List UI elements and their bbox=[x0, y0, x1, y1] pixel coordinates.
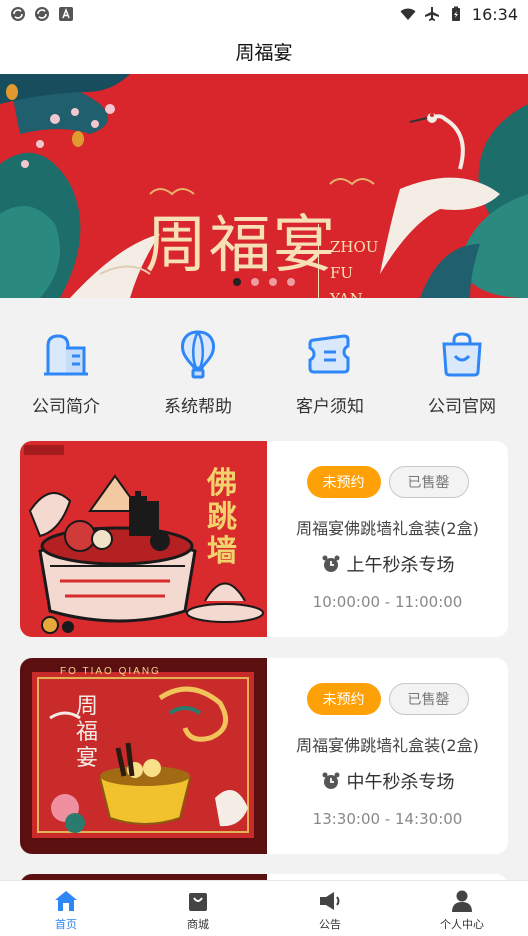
reserve-status-button[interactable]: 未预约 bbox=[306, 683, 381, 715]
carousel-dot[interactable] bbox=[251, 278, 259, 286]
nav-item-shop[interactable]: 商城 bbox=[132, 881, 264, 936]
battery-icon bbox=[451, 6, 460, 21]
carousel-indicator bbox=[0, 278, 528, 286]
nav-item-profile[interactable]: 个人中心 bbox=[396, 881, 528, 936]
quick-menu: 公司简介 系统帮助 客户须知 公司官网 bbox=[0, 310, 528, 428]
user-icon bbox=[452, 890, 472, 912]
menu-item-company-intro[interactable]: 公司简介 bbox=[0, 310, 132, 428]
product-name: 周福宴佛跳墙礼盒装(2盒) bbox=[296, 736, 479, 755]
sold-out-button[interactable]: 已售罄 bbox=[388, 466, 469, 498]
menu-item-label: 客户须知 bbox=[296, 397, 364, 417]
product-image-text: 佛跳墙 bbox=[207, 466, 237, 569]
product-card[interactable]: FO TIAO QIANG 周福宴 未预约 已售罄 周福宴佛跳墙礼盒装(2盒) … bbox=[20, 658, 508, 854]
session-time-range: 13:30:00 - 14:30:00 bbox=[312, 810, 463, 828]
clock-time: 16:34 bbox=[471, 4, 518, 24]
menu-item-customer-notice[interactable]: 客户须知 bbox=[264, 310, 396, 428]
product-info: 未预约 已售罄 周福宴佛跳墙礼盒装(2盒) 上午秒杀专场 10:00:00 - … bbox=[267, 441, 508, 637]
product-card[interactable]: 佛跳墙 未预约 已售罄 周福宴佛跳墙礼盒装(2盒) 上午秒杀专场 10:00:0… bbox=[20, 441, 508, 637]
carousel-dot[interactable] bbox=[233, 278, 241, 286]
megaphone-icon bbox=[320, 892, 340, 910]
home-icon bbox=[55, 891, 77, 911]
carousel-dot[interactable] bbox=[287, 278, 295, 286]
bottom-navigation: 首页 商城 公告 个人中心 bbox=[0, 880, 528, 936]
banner-logo-en: ZHOU FU YAN bbox=[330, 234, 378, 298]
reserve-status-button[interactable]: 未预约 bbox=[306, 466, 381, 498]
building-icon bbox=[44, 334, 88, 376]
page-title: 周福宴 bbox=[235, 41, 293, 64]
banner-en-line: ZHOU bbox=[330, 238, 379, 256]
banner-en-line: YAN bbox=[330, 286, 378, 298]
banner-carousel[interactable]: 周福宴 ZHOU FU YAN bbox=[0, 74, 528, 298]
flash-sale-session: 中午秒杀专场 bbox=[267, 768, 508, 794]
menu-item-label: 系统帮助 bbox=[164, 397, 232, 417]
airplane-icon bbox=[424, 7, 439, 21]
session-label: 中午秒杀专场 bbox=[346, 772, 455, 793]
banner-divider bbox=[318, 224, 319, 298]
a-icon bbox=[59, 7, 73, 21]
product-image-text: 周福宴 bbox=[76, 694, 99, 771]
nav-label: 首页 bbox=[55, 918, 77, 931]
session-label: 上午秒杀专场 bbox=[346, 555, 455, 576]
ticket-icon bbox=[308, 334, 350, 374]
wifi-icon bbox=[400, 8, 416, 20]
nav-label: 商城 bbox=[187, 918, 209, 931]
banner-logo-text: 周福宴 bbox=[145, 208, 338, 281]
menu-item-system-help[interactable]: 系统帮助 bbox=[132, 310, 264, 428]
balloon-icon bbox=[181, 330, 215, 379]
product-image: FO TIAO QIANG 周福宴 bbox=[20, 658, 267, 854]
alarm-clock-icon bbox=[322, 555, 339, 572]
menu-item-official-site[interactable]: 公司官网 bbox=[396, 310, 528, 428]
nav-label: 个人中心 bbox=[440, 918, 484, 931]
shop-bag-icon bbox=[189, 893, 207, 911]
menu-item-label: 公司简介 bbox=[32, 397, 100, 417]
status-bar: 16:34 bbox=[0, 0, 528, 28]
title-bar: 周福宴 bbox=[0, 28, 528, 74]
flash-sale-session: 上午秒杀专场 bbox=[267, 551, 508, 577]
sync-icon bbox=[35, 7, 49, 21]
product-name: 周福宴佛跳墙礼盒装(2盒) bbox=[296, 519, 479, 538]
nav-item-announcements[interactable]: 公告 bbox=[264, 881, 396, 936]
sold-out-button[interactable]: 已售罄 bbox=[388, 683, 469, 715]
sync-icon bbox=[11, 7, 25, 21]
menu-item-label: 公司官网 bbox=[428, 397, 496, 417]
carousel-dot[interactable] bbox=[269, 278, 277, 286]
product-image-banner: FO TIAO QIANG bbox=[60, 666, 161, 677]
nav-item-home[interactable]: 首页 bbox=[0, 881, 132, 936]
nav-label: 公告 bbox=[319, 918, 341, 931]
shopping-bag-icon bbox=[442, 332, 482, 377]
session-time-range: 10:00:00 - 11:00:00 bbox=[312, 593, 463, 611]
alarm-clock-icon bbox=[322, 772, 339, 789]
product-info: 未预约 已售罄 周福宴佛跳墙礼盒装(2盒) 中午秒杀专场 13:30:00 - … bbox=[267, 658, 508, 854]
product-image: 佛跳墙 bbox=[20, 441, 267, 637]
